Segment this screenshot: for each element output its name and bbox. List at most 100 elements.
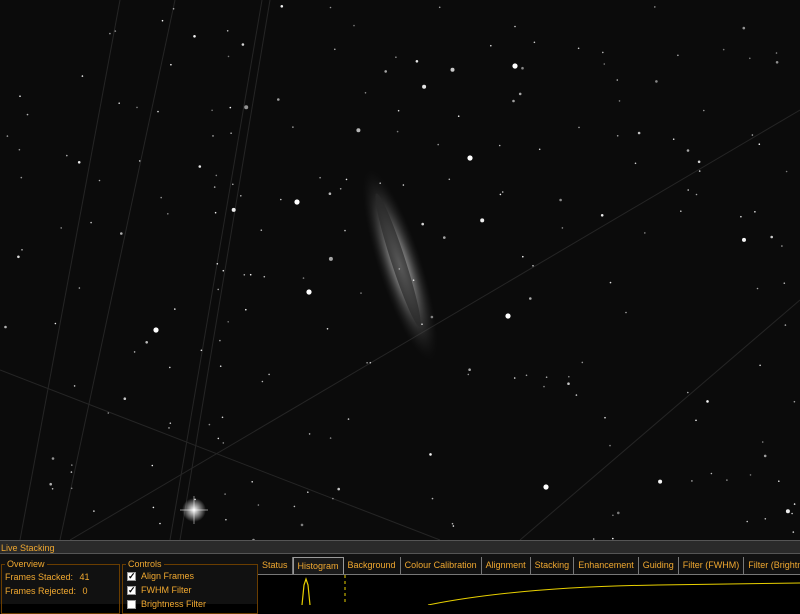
tab-stacking[interactable]: Stacking bbox=[530, 557, 575, 574]
star bbox=[364, 92, 367, 94]
star bbox=[695, 419, 697, 422]
star bbox=[609, 444, 611, 447]
stretch-curve bbox=[427, 582, 800, 606]
fwhm-filter-option[interactable]: FWHM Filter bbox=[127, 584, 192, 596]
star bbox=[783, 282, 786, 285]
star bbox=[654, 6, 656, 8]
star bbox=[229, 106, 232, 109]
tab-status[interactable]: Status bbox=[258, 557, 293, 574]
star bbox=[498, 144, 501, 147]
star bbox=[334, 48, 336, 51]
tab-filter-fwhm[interactable]: Filter (FWHM) bbox=[678, 557, 745, 574]
star bbox=[174, 308, 176, 310]
align-frames-checkbox[interactable] bbox=[127, 570, 136, 582]
star bbox=[770, 235, 773, 239]
tab-histogram[interactable]: Histogram bbox=[292, 557, 344, 574]
frames-stacked-label: Frames Stacked: bbox=[5, 572, 74, 582]
star bbox=[344, 229, 346, 232]
star bbox=[759, 364, 761, 367]
star bbox=[561, 227, 564, 229]
tab-guiding[interactable]: Guiding bbox=[638, 557, 679, 574]
star bbox=[525, 374, 528, 377]
star bbox=[328, 192, 332, 195]
star bbox=[543, 484, 549, 490]
star bbox=[217, 437, 220, 440]
star bbox=[170, 63, 172, 66]
brightness-filter-option[interactable]: Brightness Filter bbox=[127, 598, 206, 610]
star bbox=[448, 178, 451, 181]
star bbox=[452, 525, 455, 527]
star bbox=[293, 505, 296, 508]
star bbox=[18, 148, 21, 151]
star bbox=[422, 84, 427, 89]
star bbox=[532, 265, 534, 267]
star bbox=[337, 487, 341, 491]
star bbox=[429, 453, 432, 456]
star bbox=[578, 126, 580, 129]
star bbox=[637, 131, 641, 135]
star bbox=[616, 135, 619, 137]
star bbox=[602, 51, 604, 54]
star bbox=[77, 161, 81, 164]
star bbox=[98, 179, 101, 182]
star bbox=[73, 385, 76, 387]
overview-group: Overview Frames Stacked: 41 Frames Rejec… bbox=[1, 559, 120, 614]
star bbox=[169, 422, 172, 425]
star bbox=[384, 70, 388, 73]
star bbox=[778, 480, 780, 483]
tab-filter-brightness[interactable]: Filter (Brightness) bbox=[744, 557, 800, 574]
star bbox=[421, 323, 423, 326]
star bbox=[655, 80, 658, 83]
star bbox=[51, 488, 54, 490]
star bbox=[609, 281, 612, 284]
frames-rejected-value: 0 bbox=[82, 586, 88, 596]
star bbox=[71, 464, 73, 466]
star bbox=[451, 522, 454, 525]
stacked-image-view[interactable] bbox=[0, 0, 800, 540]
tab-enhancement[interactable]: Enhancement bbox=[574, 557, 639, 574]
star bbox=[251, 481, 253, 483]
tab-colour-calibration[interactable]: Colour Calibration bbox=[400, 557, 482, 574]
star bbox=[710, 472, 713, 475]
star bbox=[231, 207, 236, 212]
star bbox=[227, 55, 230, 58]
star bbox=[245, 308, 247, 311]
star bbox=[706, 400, 709, 403]
star bbox=[216, 263, 219, 265]
star bbox=[644, 232, 646, 234]
star bbox=[114, 30, 117, 32]
star bbox=[686, 149, 690, 152]
align-frames-option[interactable]: Align Frames bbox=[127, 570, 194, 582]
star bbox=[232, 183, 234, 186]
star bbox=[761, 441, 764, 443]
star bbox=[784, 324, 787, 326]
star bbox=[268, 373, 270, 376]
star bbox=[120, 232, 123, 235]
star bbox=[21, 249, 23, 251]
star bbox=[332, 497, 334, 500]
star bbox=[775, 52, 778, 54]
star bbox=[758, 143, 761, 145]
star bbox=[742, 237, 746, 242]
star bbox=[575, 394, 578, 396]
star bbox=[415, 60, 419, 63]
star bbox=[260, 229, 263, 231]
tab-background[interactable]: Background bbox=[343, 557, 401, 574]
tab-alignment[interactable]: Alignment bbox=[481, 557, 531, 574]
star bbox=[26, 113, 29, 116]
star bbox=[136, 106, 138, 109]
star bbox=[221, 416, 224, 419]
star bbox=[792, 531, 795, 533]
star bbox=[198, 165, 202, 168]
brightness-filter-checkbox[interactable] bbox=[127, 599, 136, 609]
star bbox=[4, 325, 7, 329]
star bbox=[257, 504, 260, 506]
star bbox=[612, 514, 614, 517]
star bbox=[222, 442, 225, 444]
star bbox=[244, 105, 249, 110]
panel-tabs: Status Histogram Background Colour Calib… bbox=[258, 557, 800, 575]
star bbox=[421, 222, 425, 226]
fwhm-filter-checkbox[interactable] bbox=[127, 584, 136, 596]
star bbox=[294, 199, 300, 205]
star bbox=[431, 497, 434, 500]
